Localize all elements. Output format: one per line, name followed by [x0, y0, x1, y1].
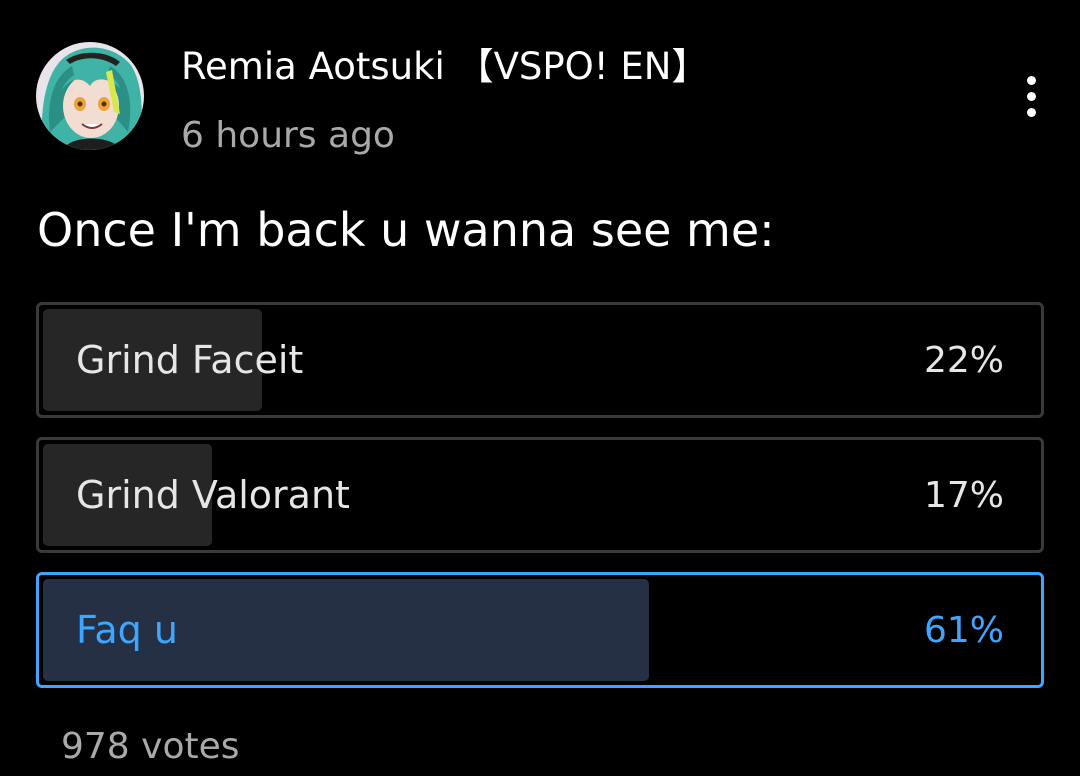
author-name[interactable]: Remia Aotsuki 【VSPO! EN】 [181, 42, 708, 92]
poll-option-label: Faq u [76, 608, 178, 652]
vote-count: 978 votes [61, 726, 240, 767]
poll-option-label: Grind Faceit [76, 338, 304, 382]
more-vert-icon[interactable] [1008, 66, 1054, 126]
poll-option-label: Grind Valorant [76, 473, 350, 517]
poll-option-percent: 22% [923, 339, 1004, 381]
poll-option-percent: 61% [923, 609, 1004, 651]
poll-option[interactable]: Faq u 61% [36, 572, 1044, 688]
menu-dot [1026, 75, 1036, 85]
menu-dot [1026, 91, 1036, 101]
avatar[interactable] [36, 42, 144, 150]
poll-option[interactable]: Grind Valorant 17% [36, 437, 1044, 553]
post-timestamp: 6 hours ago [181, 115, 395, 156]
poll-option-percent: 17% [923, 474, 1004, 516]
menu-dot [1026, 107, 1036, 117]
poll-option[interactable]: Grind Faceit 22% [36, 302, 1044, 418]
avatar-image [36, 42, 144, 150]
poll-question: Once I'm back u wanna see me: [37, 203, 775, 257]
